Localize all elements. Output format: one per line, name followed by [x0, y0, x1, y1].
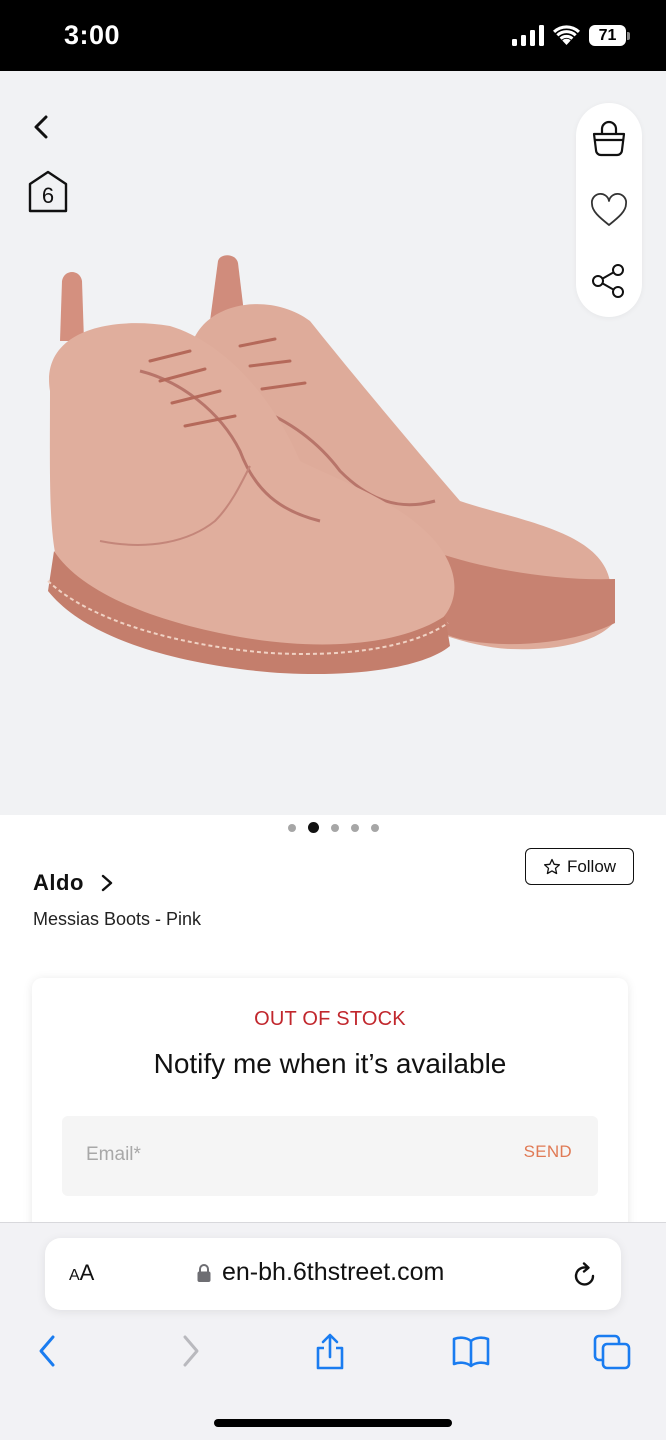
browser-toolbar: AA en-bh.6thstreet.com — [0, 1222, 666, 1440]
status-bar: 3:00 71 — [0, 0, 666, 71]
brand-link[interactable]: Aldo — [33, 868, 114, 898]
pagination-dot[interactable] — [370, 823, 379, 832]
wifi-icon — [553, 25, 580, 45]
notify-card: OUT OF STOCK Notify me when it’s availab… — [32, 978, 628, 1240]
lock-icon — [197, 1264, 211, 1282]
brand-name: Aldo — [33, 870, 84, 895]
pagination-dot[interactable] — [350, 823, 359, 832]
follow-label: Follow — [566, 856, 617, 876]
back-arrow-icon[interactable] — [30, 1331, 66, 1371]
email-field[interactable] — [86, 1140, 466, 1170]
pagination-dot[interactable] — [287, 823, 296, 832]
pagination-dot[interactable] — [330, 823, 339, 832]
pagination-dot-active[interactable] — [307, 822, 319, 833]
address-bar[interactable]: AA en-bh.6thstreet.com — [45, 1238, 621, 1310]
reload-icon[interactable] — [571, 1261, 599, 1289]
tabs-icon[interactable] — [592, 1331, 632, 1371]
product-image[interactable] — [40, 251, 630, 691]
product-name: Messias Boots - Pink — [33, 909, 202, 929]
svg-text:6: 6 — [42, 183, 54, 208]
home-indicator — [214, 1419, 452, 1427]
out-of-stock-label: OUT OF STOCK — [254, 1008, 406, 1030]
6thstreet-logo-icon[interactable]: 6 — [27, 170, 69, 214]
product-gallery[interactable]: 6 — [0, 71, 666, 815]
star-icon — [543, 858, 560, 874]
back-icon[interactable] — [26, 111, 58, 143]
battery-level: 71 — [598, 27, 617, 44]
share-icon[interactable] — [312, 1331, 348, 1371]
gallery-pagination[interactable] — [0, 822, 666, 840]
forward-arrow-icon[interactable] — [172, 1331, 208, 1371]
signal-icon — [512, 25, 544, 46]
notify-title: Notify me when it’s available — [153, 1048, 507, 1079]
status-time: 3:00 — [64, 20, 121, 50]
chevron-right-icon — [101, 874, 113, 892]
battery-icon: 71 — [589, 25, 631, 47]
url-text[interactable]: en-bh.6thstreet.com — [222, 1258, 444, 1287]
bookmarks-icon[interactable] — [451, 1331, 491, 1371]
shopping-bag-icon[interactable] — [589, 119, 629, 159]
email-field-container: SEND — [62, 1116, 598, 1196]
send-button[interactable]: SEND — [524, 1142, 572, 1162]
text-size-button[interactable]: AA — [69, 1260, 94, 1286]
heart-icon[interactable] — [589, 191, 629, 231]
follow-button[interactable]: Follow — [525, 848, 634, 885]
